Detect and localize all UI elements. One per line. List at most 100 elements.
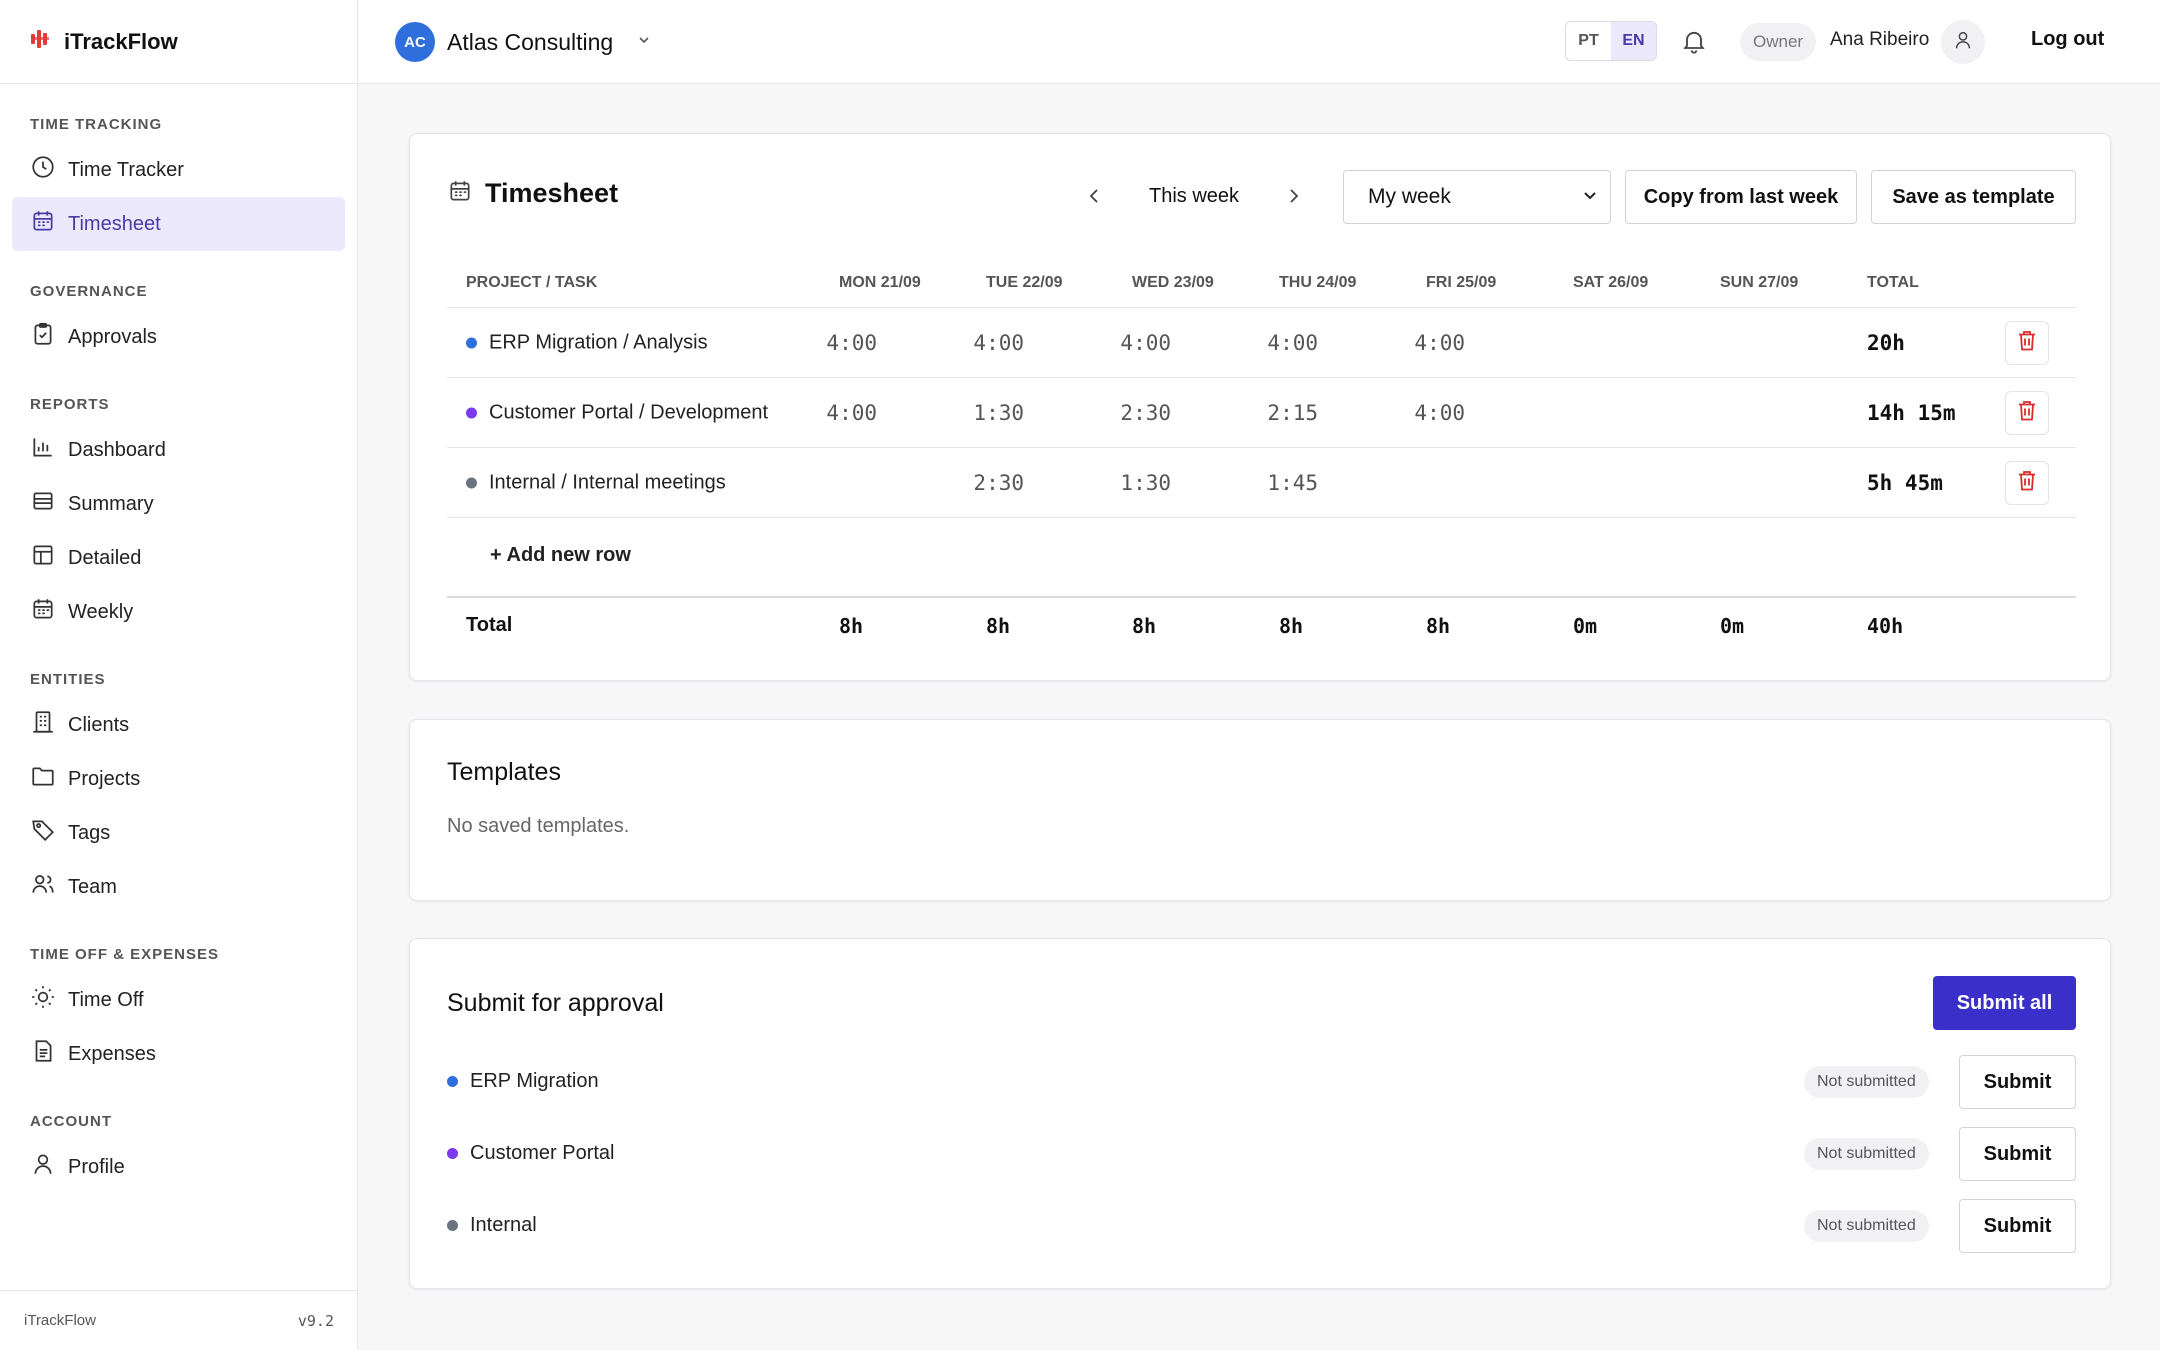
sun-icon [30,984,56,1016]
nav-heading: TIME TRACKING [30,116,163,133]
sidebar-item-dashboard[interactable]: Dashboard [12,423,345,477]
chevron-right-icon[interactable] [1274,176,1314,216]
templates-card: Templates No saved templates. [409,719,2111,901]
sidebar: iTrackFlow TIME TRACKING Time Tracker Ti… [0,0,358,1350]
sidebar-nav: TIME TRACKING Time Tracker Timesheet GOV… [0,116,357,1194]
task-cell[interactable]: Internal / Internal meetings [466,471,726,494]
view-select[interactable]: My week [1343,170,1611,224]
submit-button[interactable]: Submit [1959,1055,2076,1109]
sidebar-item-expenses[interactable]: Expenses [12,1027,345,1081]
sidebar-item-label: Timesheet [68,212,161,235]
sidebar-item-label: Approvals [68,325,157,348]
task-cell[interactable]: ERP Migration / Analysis [466,331,708,354]
time-cell[interactable]: 4:00 [1375,331,1465,355]
project-color-dot [447,1148,458,1160]
topbar: AC Atlas Consulting PT EN Owner Ana Ribe… [359,0,2160,84]
copy-last-week-button[interactable]: Copy from last week [1625,170,1857,224]
lang-pt-button[interactable]: PT [1566,22,1611,60]
approval-card: Submit for approval Submit all ERP Migra… [409,938,2111,1289]
task-cell[interactable]: Customer Portal / Development [466,401,768,424]
col-header: TOTAL [1867,273,1919,291]
time-cell[interactable]: 4:00 [1081,331,1171,355]
day-total: 0m [1573,614,1598,638]
project-label: Internal [470,1214,537,1236]
sidebar-item-team[interactable]: Team [12,860,345,914]
view-select-value: My week [1368,185,1451,208]
submit-button[interactable]: Submit [1959,1127,2076,1181]
sidebar-item-label: Dashboard [68,438,166,461]
sidebar-item-detailed[interactable]: Detailed [12,531,345,585]
nav-heading: ENTITIES [30,671,106,688]
logout-button[interactable]: Log out [2031,28,2104,51]
save-template-button[interactable]: Save as template [1871,170,2076,224]
sidebar-item-tags[interactable]: Tags [12,806,345,860]
clipboard-check-icon [30,321,56,353]
time-cell[interactable]: 2:30 [1081,401,1171,425]
user-name: Ana Ribeiro [1830,29,1930,50]
time-cell[interactable]: 4:00 [934,331,1024,355]
delete-row-button[interactable] [2005,321,2049,365]
week-label[interactable]: This week [1114,185,1274,208]
approval-row: ERP Migration Not submitted Submit [447,1055,2076,1109]
chevron-down-icon [1582,185,1598,209]
submit-all-button[interactable]: Submit all [1933,976,2076,1030]
col-header: SUN 27/09 [1720,273,1799,291]
status-badge: Not submitted [1804,1210,1929,1242]
section-title: Templates [447,758,561,786]
project-color-dot [447,1076,458,1088]
nav-heading: ACCOUNT [30,1113,112,1130]
sidebar-item-profile[interactable]: Profile [12,1140,345,1194]
add-row-area: + Add new row [447,518,2076,598]
time-cell[interactable]: 1:30 [934,401,1024,425]
time-cell[interactable]: 4:00 [787,331,877,355]
logo-icon [30,28,52,55]
brand[interactable]: iTrackFlow [0,0,357,84]
col-header: TUE 22/09 [986,273,1063,291]
org-name: Atlas Consulting [447,28,614,55]
approval-row: Internal Not submitted Submit [447,1199,2076,1253]
sidebar-item-timesheet[interactable]: Timesheet [12,197,345,251]
status-badge: Not submitted [1804,1138,1929,1170]
empty-state-text: No saved templates. [447,815,630,837]
sidebar-item-clients[interactable]: Clients [12,698,345,752]
bell-icon[interactable] [1680,27,1708,60]
nav-section-time-tracking: TIME TRACKING Time Tracker Timesheet [12,116,345,251]
delete-row-button[interactable] [2005,461,2049,505]
add-row-button[interactable]: + Add new row [490,544,631,567]
submit-button[interactable]: Submit [1959,1199,2076,1253]
sidebar-item-label: Summary [68,492,154,515]
status-badge: Not submitted [1804,1066,1929,1098]
lang-en-button[interactable]: EN [1611,22,1656,60]
time-cell[interactable]: 4:00 [787,401,877,425]
version-label: v9.2 [297,1311,334,1330]
col-header: SAT 26/09 [1573,273,1649,291]
sidebar-item-time-off[interactable]: Time Off [12,973,345,1027]
brand-name: iTrackFlow [64,28,178,54]
row-total: 5h 45m [1867,470,1943,495]
time-cell[interactable]: 1:45 [1228,471,1318,495]
project-color-dot [466,407,477,419]
tag-icon [30,817,56,849]
trash-icon [2017,330,2037,357]
calendar-icon [30,596,56,628]
sidebar-item-time-tracker[interactable]: Time Tracker [12,143,345,197]
sidebar-item-summary[interactable]: Summary [12,477,345,531]
user-menu-button[interactable] [1941,20,1985,64]
sidebar-item-weekly[interactable]: Weekly [12,585,345,639]
sidebar-item-label: Expenses [68,1042,156,1065]
day-total: 0m [1720,614,1745,638]
time-cell[interactable]: 2:15 [1228,401,1318,425]
chevron-left-icon[interactable] [1074,176,1114,216]
sidebar-item-approvals[interactable]: Approvals [12,310,345,364]
time-cell[interactable]: 4:00 [1228,331,1318,355]
delete-row-button[interactable] [2005,391,2049,435]
col-header: WED 23/09 [1132,273,1214,291]
time-cell[interactable]: 4:00 [1375,401,1465,425]
org-switcher[interactable]: AC Atlas Consulting [395,22,651,62]
sidebar-item-label: Team [68,875,117,898]
time-cell[interactable]: 2:30 [934,471,1024,495]
calendar-icon [447,178,473,209]
time-cell[interactable]: 1:30 [1081,471,1171,495]
building-icon [30,709,56,741]
sidebar-item-projects[interactable]: Projects [12,752,345,806]
